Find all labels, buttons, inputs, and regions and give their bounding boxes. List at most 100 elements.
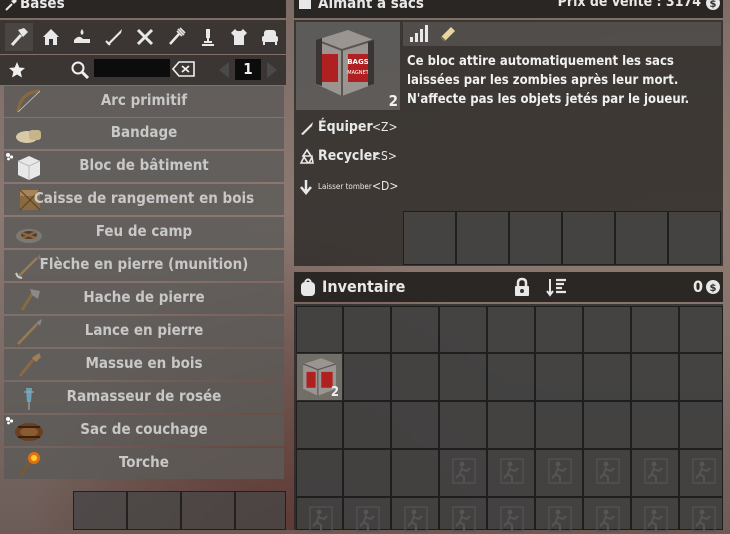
category-science[interactable]	[194, 23, 222, 51]
recipe-slot[interactable]	[456, 211, 509, 265]
locked-slot[interactable]	[583, 497, 631, 532]
book-icon[interactable]	[439, 25, 457, 43]
category-tools[interactable]	[131, 23, 159, 51]
recipe-item[interactable]: Flèche en pierre (munition)	[4, 250, 284, 281]
inventory-slot[interactable]	[391, 449, 439, 497]
recipe-slot[interactable]	[668, 211, 721, 265]
recipe-label: Arc primitif	[100, 91, 188, 109]
inventory-slot[interactable]	[439, 353, 487, 401]
locked-slot[interactable]	[631, 449, 679, 497]
category-building[interactable]	[37, 23, 65, 51]
lock-icon[interactable]	[512, 277, 532, 297]
inventory-slot[interactable]	[296, 401, 343, 449]
inventory-slot[interactable]	[535, 306, 583, 353]
inventory-slot[interactable]	[583, 306, 631, 353]
category-clothing[interactable]	[225, 23, 253, 51]
recipe-item[interactable]: Bandage	[4, 118, 284, 149]
locked-slot[interactable]	[439, 497, 487, 532]
inventory-slot[interactable]	[631, 306, 679, 353]
locked-slot[interactable]	[487, 449, 535, 497]
inventory-slot[interactable]	[679, 401, 723, 449]
inventory-slot[interactable]	[343, 353, 391, 401]
inventory-slot[interactable]	[487, 306, 535, 353]
locked-slot[interactable]	[583, 449, 631, 497]
ingredient-slot[interactable]	[73, 491, 127, 530]
inventory-slot-filled[interactable]: 2	[296, 353, 343, 401]
recipe-item[interactable]: Bloc de bâtiment	[4, 151, 284, 182]
ingredient-slot[interactable]	[235, 491, 286, 530]
category-decor[interactable]	[256, 23, 284, 51]
recipe-item[interactable]: Arc primitif	[4, 86, 284, 117]
sort-icon[interactable]	[546, 277, 568, 297]
inventory-slot[interactable]	[391, 353, 439, 401]
category-resources[interactable]	[68, 23, 96, 51]
recipe-label: Torche	[119, 453, 169, 471]
category-basics[interactable]	[5, 23, 33, 51]
locked-slot[interactable]	[535, 497, 583, 532]
drop-button[interactable]: Laisser tomber <D>	[296, 175, 400, 201]
locked-slot[interactable]	[679, 497, 723, 532]
inventory-slot[interactable]	[487, 401, 535, 449]
house-icon	[43, 29, 59, 45]
inventory-slot[interactable]	[679, 306, 723, 353]
recipe-item[interactable]: Hache de pierre	[4, 283, 284, 314]
locked-slot[interactable]	[679, 449, 723, 497]
locked-slot[interactable]	[631, 497, 679, 532]
recipe-item[interactable]: Torche	[4, 448, 284, 479]
inventory-slot[interactable]	[391, 401, 439, 449]
recipe-item[interactable]: Caisse de rangement en bois	[4, 184, 284, 215]
locked-slot[interactable]	[343, 497, 391, 532]
recipe-item[interactable]: Sac de couchage	[4, 415, 284, 446]
locked-slot[interactable]	[296, 497, 343, 532]
recycle-button[interactable]: Recycler <S>	[296, 145, 400, 171]
inventory-slot[interactable]	[631, 353, 679, 401]
item-description: Ce bloc attire automatiquement les sacs …	[407, 54, 690, 107]
inventory-slot[interactable]	[296, 449, 343, 497]
inventory-slot[interactable]	[679, 353, 723, 401]
fork-icon	[169, 27, 186, 45]
equip-key: <Z>	[372, 120, 398, 134]
inventory-slot[interactable]	[583, 401, 631, 449]
recipe-item[interactable]: Massue en bois	[4, 349, 284, 380]
recipe-slot[interactable]	[615, 211, 668, 265]
recipe-item[interactable]: Lance en pierre	[4, 316, 284, 347]
recipe-label: Bandage	[110, 123, 178, 141]
inventory-slot[interactable]	[535, 401, 583, 449]
ingredient-slot[interactable]	[127, 491, 181, 530]
star-icon[interactable]	[8, 61, 26, 79]
locked-slot[interactable]	[535, 449, 583, 497]
clear-search-icon[interactable]	[172, 60, 196, 78]
signal-bars-icon[interactable]	[409, 25, 429, 43]
recipe-label: Caisse de rangement en bois	[33, 189, 255, 207]
inventory-slot[interactable]	[296, 306, 343, 353]
page-prev-icon[interactable]	[216, 60, 232, 80]
inventory-slot[interactable]	[343, 401, 391, 449]
ingredient-slot[interactable]	[181, 491, 235, 530]
recipe-item[interactable]: Ramasseur de rosée	[4, 382, 284, 413]
recipe-slot[interactable]	[509, 211, 562, 265]
locked-slot[interactable]	[487, 497, 535, 532]
category-food[interactable]	[162, 23, 190, 51]
inventory-slot[interactable]	[343, 306, 391, 353]
inventory-slot[interactable]	[583, 353, 631, 401]
inventory-slot[interactable]	[439, 401, 487, 449]
locked-slot[interactable]	[391, 497, 439, 532]
category-weapons[interactable]	[100, 23, 128, 51]
inventory-slot[interactable]	[535, 353, 583, 401]
locked-slot[interactable]	[439, 449, 487, 497]
recipe-slot[interactable]	[562, 211, 615, 265]
recipe-label: Sac de couchage	[80, 420, 208, 438]
drop-key: <D>	[372, 179, 399, 193]
equip-button[interactable]: Équiper <Z>	[296, 116, 400, 142]
inventory-slot[interactable]	[391, 306, 439, 353]
inventory-slot[interactable]	[487, 353, 535, 401]
recipe-search-input[interactable]	[94, 59, 170, 77]
inventory-slot[interactable]	[343, 449, 391, 497]
inventory-slot[interactable]	[439, 306, 487, 353]
crafting-header: Bases	[0, 0, 286, 18]
recipe-slot[interactable]	[403, 211, 456, 265]
bag-magnet-crate-icon: BAGS MAGNET	[315, 30, 375, 96]
inventory-slot[interactable]	[631, 401, 679, 449]
recipe-item[interactable]: Feu de camp	[4, 217, 284, 248]
page-next-icon[interactable]	[264, 60, 280, 80]
